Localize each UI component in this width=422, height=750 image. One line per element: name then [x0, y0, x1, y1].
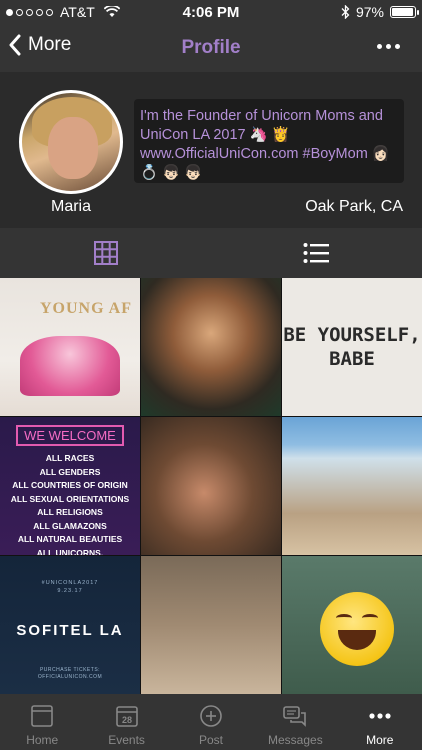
photo-grid: YOUNG AF BE YOURSELF, BABE WE WELCOME AL… — [0, 278, 422, 694]
tab-label: Events — [108, 733, 145, 747]
tickets-url: OFFICIALUNICON.COM — [37, 674, 103, 680]
battery-level — [392, 8, 414, 16]
welcome-heading: WE WELCOME — [16, 425, 124, 446]
tab-label: More — [366, 733, 394, 747]
tab-label: Home — [26, 733, 59, 747]
view-toggle-bar — [0, 228, 422, 278]
dot-icon — [377, 44, 382, 49]
calendar-day: 28 — [122, 715, 132, 725]
profile-bio: I'm the Founder of Unicorn Moms and UniC… — [134, 99, 404, 183]
emoji-mouth — [338, 630, 376, 650]
chat-icon — [283, 706, 307, 727]
tickets-label: PURCHASE TICKETS: — [39, 667, 101, 673]
event-date: 9.23.17 — [57, 588, 83, 594]
home-icon — [31, 705, 53, 727]
photo-tile-quote[interactable]: BE YOURSELF, BABE — [282, 278, 422, 416]
profile-header: Maria I'm the Founder of Unicorn Moms an… — [0, 72, 422, 228]
photo-tile-restaurant[interactable] — [141, 417, 281, 555]
profile-location: Oak Park, CA — [305, 198, 403, 215]
tab-more[interactable]: More — [338, 694, 422, 750]
avatar[interactable] — [19, 90, 123, 194]
photo-tile-cake[interactable]: YOUNG AF — [0, 278, 140, 416]
photo-tile-welcome[interactable]: WE WELCOME ALL RACES ALL GENDERS ALL COU… — [0, 417, 140, 555]
welcome-line: ALL UNICORNS. — [36, 547, 104, 556]
welcome-line: ALL RELIGIONS — [37, 507, 103, 517]
list-view-icon[interactable] — [303, 241, 329, 265]
tab-messages[interactable]: Messages — [253, 694, 337, 750]
calendar-icon: 28 — [115, 706, 138, 727]
options-menu-button[interactable] — [377, 44, 400, 49]
battery-percent: 97% — [355, 4, 384, 20]
welcome-line: ALL SEXUAL ORIENTATIONS — [10, 493, 130, 504]
plus-circle-icon — [200, 705, 222, 727]
welcome-line: ALL GENDERS — [39, 466, 101, 477]
photo-tile-sofitel[interactable]: #UNICONLA2017 9.23.17 SOFITEL LA PURCHAS… — [0, 556, 140, 694]
welcome-line: ALL GLAMAZONS — [33, 520, 107, 531]
profile-screen: AT&T 4:06 PM 97% More Profile Maria I'm … — [0, 0, 422, 750]
photo-tile-beach[interactable] — [282, 417, 422, 555]
welcome-line: ALL COUNTRIES OF ORIGIN — [12, 480, 128, 490]
tab-post[interactable]: Post — [169, 694, 253, 750]
welcome-line: ALL RACES — [45, 453, 95, 463]
tab-home[interactable]: Home — [0, 694, 84, 750]
emoji-eye — [336, 614, 352, 622]
avatar-face — [48, 117, 98, 179]
page-title: Profile — [181, 37, 241, 58]
battery-icon — [390, 6, 419, 18]
cake-topper-text: YOUNG AF — [40, 300, 132, 317]
tab-bar: Home 28 Events Post Messages More — [0, 694, 422, 750]
photo-tile-selfie[interactable] — [141, 278, 281, 416]
grid-view-icon[interactable] — [94, 241, 118, 265]
tab-label: Messages — [268, 733, 323, 747]
event-hashtag: #UNICONLA2017 — [41, 580, 99, 586]
emoji-eye — [362, 614, 378, 622]
profile-name: Maria — [50, 198, 91, 215]
laughing-emoji-icon — [320, 592, 394, 666]
dot-icon — [386, 44, 391, 49]
navigation-bar: More Profile — [0, 24, 422, 72]
cake-image — [20, 336, 120, 396]
photo-tile-emoji[interactable] — [282, 556, 422, 694]
tab-label: Post — [198, 733, 223, 747]
quote-text: BE YOURSELF, BABE — [283, 324, 421, 370]
venue-title: SOFITEL LA — [16, 622, 124, 639]
dot-icon — [395, 44, 400, 49]
tab-events[interactable]: 28 Events — [84, 694, 168, 750]
battery-area: 97% — [341, 4, 419, 20]
more-dots-icon — [369, 713, 391, 719]
photo-tile-canyon[interactable] — [141, 556, 281, 694]
bluetooth-icon — [341, 5, 350, 19]
welcome-line: ALL NATURAL BEAUTIES — [17, 534, 123, 544]
status-bar: AT&T 4:06 PM 97% — [0, 0, 422, 24]
